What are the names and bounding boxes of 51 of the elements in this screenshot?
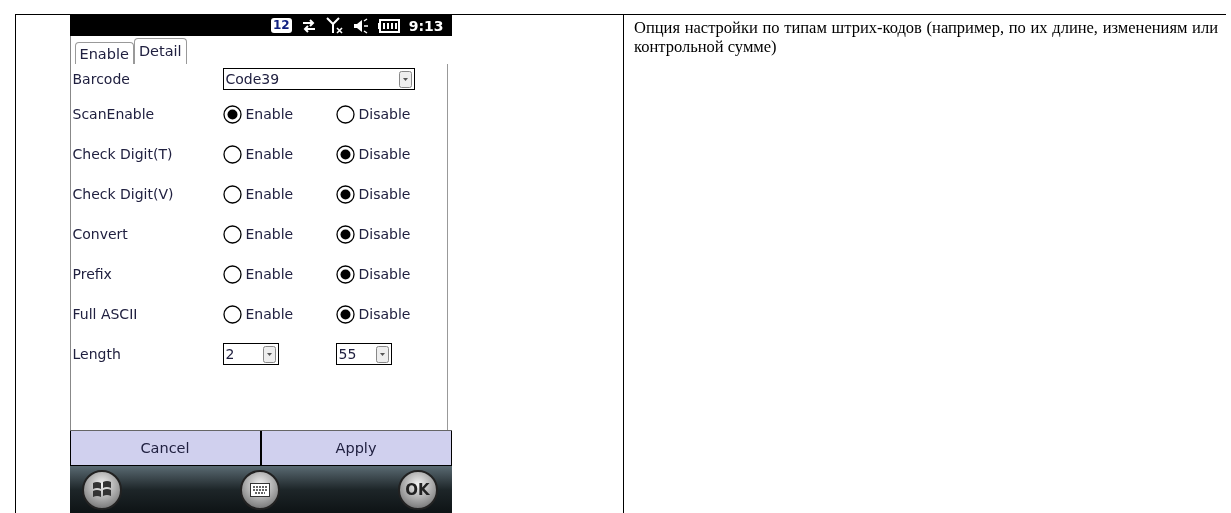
radio-button[interactable] [335, 104, 355, 124]
radio-label[interactable]: Enable [245, 186, 294, 202]
radio-button[interactable] [222, 224, 242, 244]
keyboard-icon [249, 483, 270, 497]
radio-label[interactable]: Disable [358, 146, 411, 162]
radio-button[interactable] [222, 304, 242, 324]
option-label: Full ASCII [72, 306, 139, 322]
radio-button[interactable] [222, 264, 242, 284]
radio-button[interactable] [335, 144, 355, 164]
radio-label[interactable]: Enable [245, 266, 294, 282]
radio-button[interactable] [222, 144, 242, 164]
action-button[interactable]: Cancel [69, 431, 261, 466]
radio-label[interactable]: Disable [358, 226, 411, 242]
max-length-dropdown[interactable]: 55 [335, 343, 392, 365]
tab[interactable]: Detail [133, 38, 187, 64]
option-label: Check Digit(V) [72, 186, 175, 202]
description-text: Опция настройки по типам штрих-кодов (например, по их длине, изменениям или контрольной сумме) [634, 18, 1218, 56]
speaker-icon [352, 17, 369, 34]
tab[interactable]: Enable [74, 42, 134, 64]
radio-label[interactable]: Enable [245, 306, 294, 322]
radio-label[interactable]: Disable [358, 106, 411, 122]
radio-button[interactable] [222, 184, 242, 204]
radio-label[interactable]: Disable [358, 306, 411, 322]
option-label: Prefix [72, 266, 113, 282]
keyboard-button[interactable] [239, 470, 280, 510]
min-length-dropdown[interactable]: 2 [222, 343, 279, 365]
sync-arrows-icon [300, 17, 317, 34]
notification-badge: 12 [270, 18, 292, 33]
radio-button[interactable] [335, 304, 355, 324]
radio-label[interactable]: Enable [245, 226, 294, 242]
radio-button[interactable] [335, 184, 355, 204]
field-label: Barcode [72, 71, 131, 87]
radio-label[interactable]: Enable [245, 146, 294, 162]
option-label: ScanEnable [72, 106, 156, 122]
no-signal-icon [325, 17, 344, 34]
radio-button[interactable] [335, 264, 355, 284]
barcode-dropdown[interactable]: Code39 [222, 68, 415, 90]
option-label: Convert [72, 226, 129, 242]
option-label: Check Digit(T) [72, 146, 174, 162]
action-button[interactable]: Apply [260, 431, 452, 466]
radio-label[interactable]: Enable [245, 106, 294, 122]
windows-flag-icon [90, 480, 113, 500]
radio-label[interactable]: Disable [358, 186, 411, 202]
start-button[interactable] [81, 470, 122, 510]
ok-button[interactable]: OK [397, 470, 438, 510]
field-label: Length [72, 346, 122, 362]
battery-icon [377, 18, 400, 33]
clock-time: 9:13 [408, 17, 444, 34]
radio-button[interactable] [222, 104, 242, 124]
radio-button[interactable] [335, 224, 355, 244]
radio-label[interactable]: Disable [358, 266, 411, 282]
